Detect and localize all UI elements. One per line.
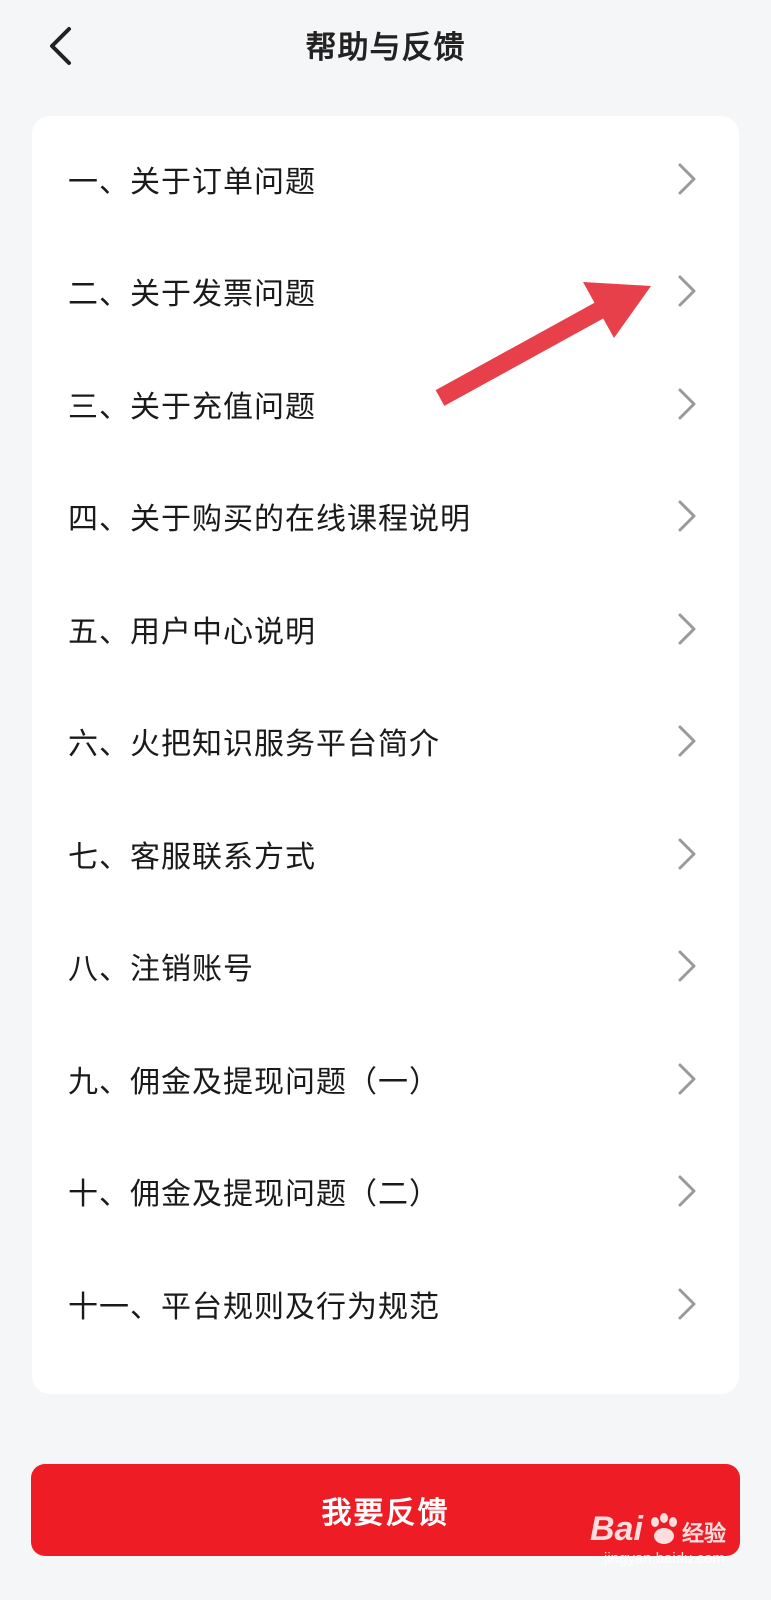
help-item-delete-account[interactable]: 八、注销账号 [32, 908, 739, 1023]
help-item-label: 四、关于购买的在线课程说明 [68, 501, 471, 537]
chevron-right-icon [678, 500, 696, 531]
help-item-label: 五、用户中心说明 [68, 614, 316, 650]
navbar: 帮助与反馈 [0, 0, 771, 94]
help-item-courses[interactable]: 四、关于购买的在线课程说明 [32, 458, 739, 573]
chevron-right-icon [678, 1063, 696, 1094]
help-item-user-center[interactable]: 五、用户中心说明 [32, 571, 739, 686]
chevron-right-icon [678, 1175, 696, 1206]
feedback-button-label: 我要反馈 [321, 1497, 450, 1530]
help-item-commission-1[interactable]: 九、佣金及提现问题（一） [32, 1021, 739, 1136]
chevron-right-icon [678, 388, 696, 419]
watermark-brand: Bai [590, 1510, 643, 1548]
help-item-label: 三、关于充值问题 [68, 389, 316, 425]
help-item-label: 七、客服联系方式 [68, 839, 316, 875]
help-item-label: 八、注销账号 [68, 951, 254, 987]
chevron-right-icon [678, 838, 696, 869]
help-item-label: 二、关于发票问题 [68, 276, 316, 312]
chevron-right-icon [678, 275, 696, 306]
watermark: Bai 经验 jingyan.baidu.com [590, 1506, 740, 1576]
help-item-platform-rules[interactable]: 十一、平台规则及行为规范 [32, 1246, 739, 1361]
help-item-label: 十、佣金及提现问题（二） [68, 1176, 440, 1212]
help-item-recharge[interactable]: 三、关于充值问题 [32, 346, 739, 461]
help-item-invoice[interactable]: 二、关于发票问题 [32, 233, 739, 348]
page-title: 帮助与反馈 [305, 30, 466, 66]
help-item-platform-intro[interactable]: 六、火把知识服务平台简介 [32, 683, 739, 798]
chevron-right-icon [678, 950, 696, 981]
chevron-right-icon [678, 163, 696, 194]
help-item-label: 十一、平台规则及行为规范 [68, 1289, 440, 1325]
chevron-right-icon [678, 1288, 696, 1319]
help-item-orders[interactable]: 一、关于订单问题 [32, 121, 739, 236]
help-item-label: 一、关于订单问题 [68, 164, 316, 200]
watermark-url: jingyan.baidu.com [604, 1550, 725, 1567]
help-item-label: 六、火把知识服务平台简介 [68, 726, 440, 762]
watermark-cn: 经验 [682, 1521, 727, 1546]
help-item-contact[interactable]: 七、客服联系方式 [32, 796, 739, 911]
paw-icon [651, 1513, 677, 1544]
help-list: 一、关于订单问题 二、关于发票问题 三、关于充值问题 四、关于购买的在线课程说明… [32, 116, 739, 1394]
chevron-right-icon [678, 725, 696, 756]
help-item-commission-2[interactable]: 十、佣金及提现问题（二） [32, 1133, 739, 1248]
help-item-label: 九、佣金及提现问题（一） [68, 1064, 440, 1100]
chevron-right-icon [678, 613, 696, 644]
